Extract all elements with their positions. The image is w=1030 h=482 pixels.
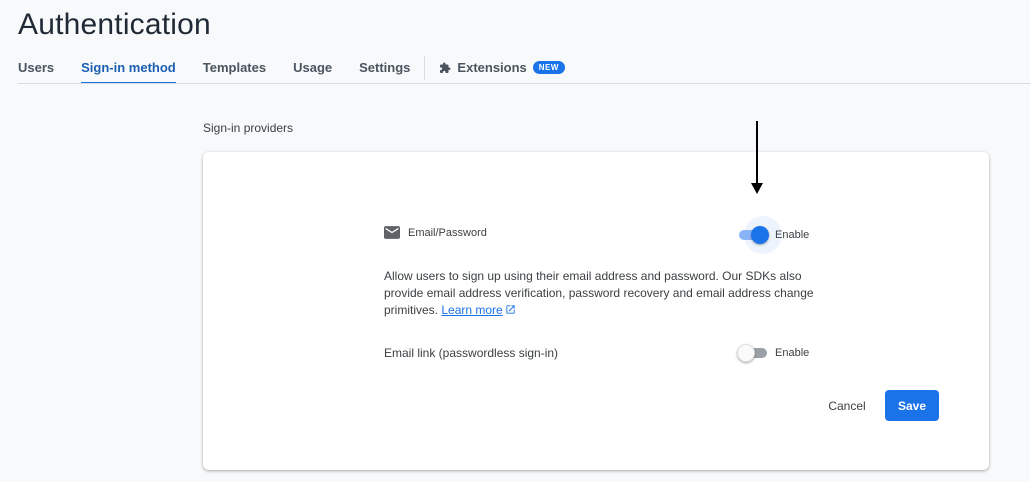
- toggle-knob: [737, 344, 755, 362]
- email-password-toggle[interactable]: [737, 216, 782, 254]
- toggle-knob: [751, 226, 769, 244]
- page-title: Authentication: [18, 8, 211, 41]
- email-link-label: Email link (passwordless sign-in): [384, 346, 559, 360]
- email-password-enable-label: Enable: [775, 229, 810, 241]
- tab-extensions-label: Extensions: [457, 60, 527, 75]
- save-button[interactable]: Save: [885, 390, 939, 421]
- tab-sign-in-method[interactable]: Sign-in method: [81, 52, 176, 84]
- section-label: Sign-in providers: [203, 121, 294, 135]
- email-password-description: Allow users to sign up using their email…: [384, 268, 814, 319]
- tab-templates[interactable]: Templates: [203, 52, 266, 84]
- puzzle-piece-icon: [440, 62, 451, 73]
- external-link-icon: [506, 305, 515, 314]
- tab-bar: Users Sign-in method Templates Usage Set…: [18, 52, 565, 84]
- annotation-arrow-line: [756, 121, 758, 185]
- learn-more-label: Learn more: [441, 303, 503, 317]
- tab-extensions[interactable]: Extensions NEW: [439, 52, 565, 75]
- email-password-provider: Email/Password: [384, 226, 487, 239]
- annotation-arrow-head: [751, 183, 763, 194]
- email-link-toggle[interactable]: [737, 343, 769, 363]
- tab-divider: [424, 56, 426, 80]
- tab-usage[interactable]: Usage: [293, 52, 332, 84]
- cancel-button[interactable]: Cancel: [818, 392, 876, 420]
- new-badge: NEW: [532, 61, 565, 74]
- email-link-enable-label: Enable: [775, 347, 810, 359]
- tab-settings[interactable]: Settings: [359, 52, 410, 84]
- mail-icon: [384, 226, 400, 239]
- email-password-label: Email/Password: [408, 226, 487, 239]
- learn-more-link[interactable]: Learn more: [441, 303, 515, 317]
- tab-users[interactable]: Users: [18, 52, 54, 84]
- header-divider: [18, 83, 1030, 84]
